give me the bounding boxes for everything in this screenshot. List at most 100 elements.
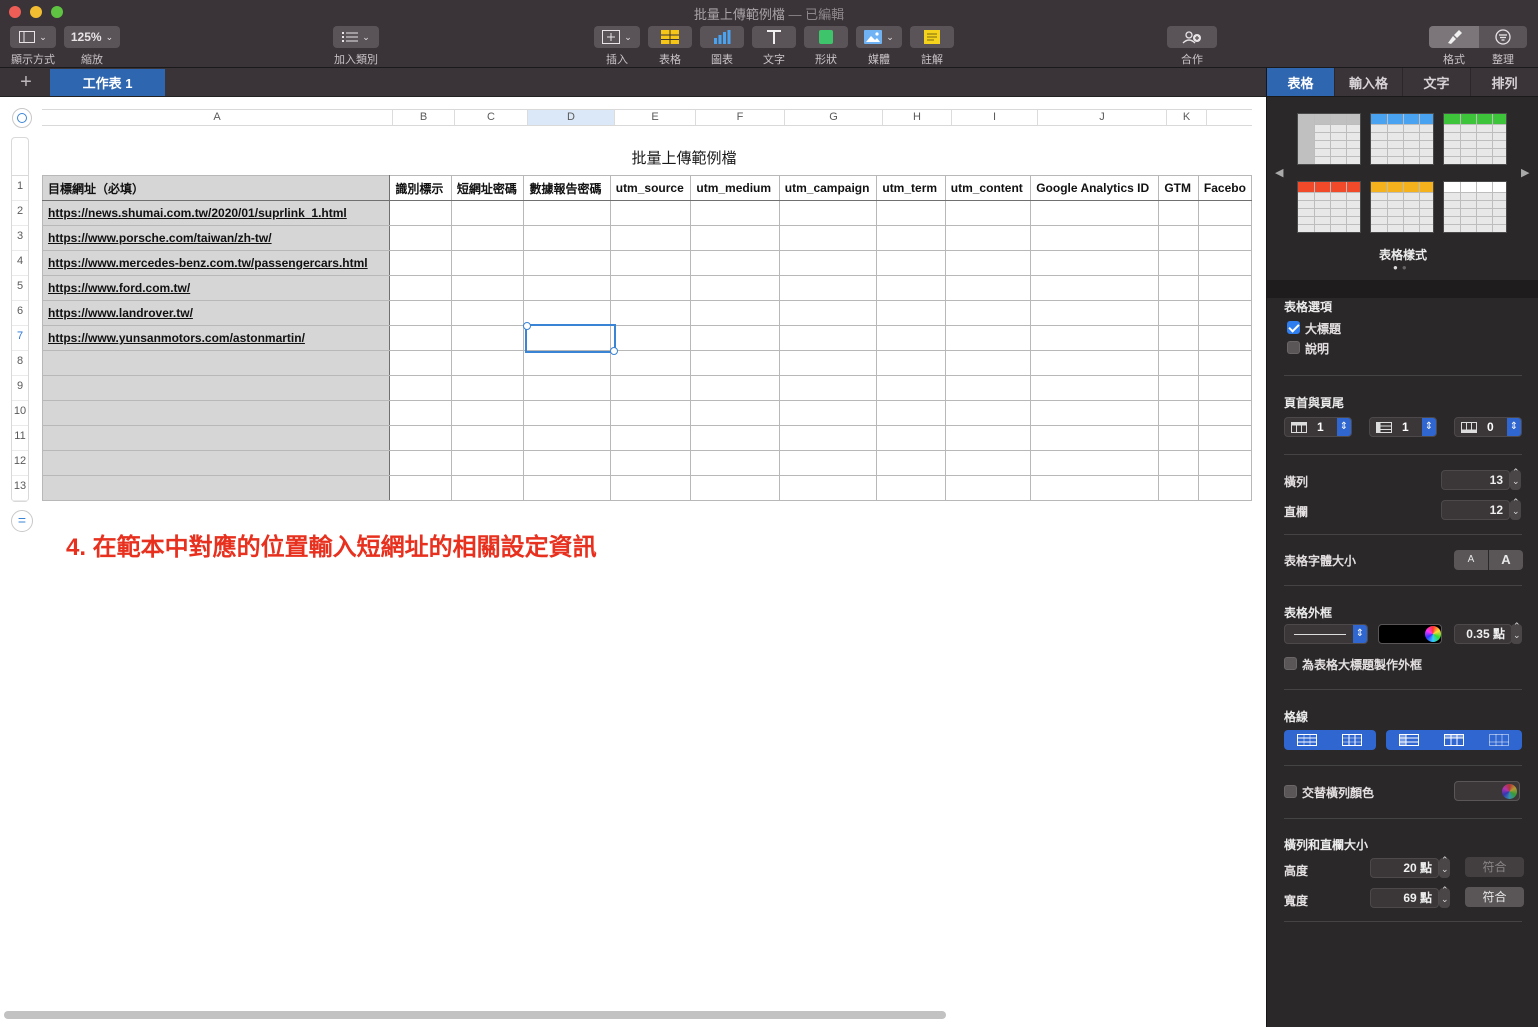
chart-button[interactable] [700, 26, 744, 48]
increase-font-button[interactable]: A [1489, 550, 1523, 570]
table-style-swatch[interactable] [1443, 181, 1507, 233]
table-cell[interactable] [389, 300, 452, 326]
table-cell[interactable] [778, 200, 878, 226]
table-cell[interactable] [690, 225, 780, 251]
table-cell[interactable] [1158, 300, 1199, 326]
table-style-swatch[interactable] [1297, 113, 1361, 165]
header-cell[interactable]: utm_source [609, 175, 692, 201]
table-cell[interactable] [778, 300, 878, 326]
table-cell[interactable] [690, 425, 780, 451]
url-cell[interactable] [41, 475, 391, 501]
table-cell[interactable] [876, 350, 946, 376]
header-rows-popup[interactable]: 1 ⇕ [1284, 417, 1352, 437]
fit-height-button[interactable]: 符合 [1465, 857, 1524, 877]
rows-stepper[interactable] [1510, 467, 1521, 490]
table-cell[interactable] [1030, 450, 1160, 476]
table-cell[interactable] [389, 225, 452, 251]
table-cell[interactable] [1030, 225, 1160, 251]
table-cell[interactable] [690, 300, 780, 326]
table-cell[interactable] [1030, 300, 1160, 326]
url-cell[interactable] [41, 425, 391, 451]
inspector-tab[interactable]: 排列 [1471, 68, 1538, 96]
url-cell[interactable]: https://news.shumai.com.tw/2020/01/suprl… [41, 200, 391, 226]
url-cell[interactable] [41, 350, 391, 376]
column-header[interactable]: G [785, 110, 883, 125]
shape-button[interactable] [804, 26, 848, 48]
column-header[interactable]: K [1167, 110, 1207, 125]
horizontal-scrollbar[interactable] [4, 1011, 946, 1019]
table-cell[interactable] [944, 200, 1032, 226]
table-cell[interactable] [389, 325, 452, 351]
table-cell[interactable] [1030, 400, 1160, 426]
url-link[interactable]: https://news.shumai.com.tw/2020/01/suprl… [48, 206, 347, 220]
columns-field[interactable]: 12 [1441, 500, 1510, 520]
table-cell[interactable] [389, 475, 452, 501]
column-width-stepper[interactable] [1439, 885, 1450, 908]
row-header[interactable]: 6 [12, 301, 28, 326]
column-header[interactable] [1207, 110, 1252, 125]
table-cell[interactable] [944, 325, 1032, 351]
table-cell[interactable] [944, 400, 1032, 426]
table-cell[interactable] [1197, 375, 1252, 401]
url-cell[interactable] [41, 400, 391, 426]
table-cell[interactable] [1158, 350, 1199, 376]
add-rows-handle[interactable]: = [11, 510, 33, 532]
table-cell[interactable] [609, 275, 692, 301]
table-cell[interactable] [389, 375, 452, 401]
table-cell[interactable] [1197, 225, 1252, 251]
next-styles-arrow-icon[interactable]: ▶ [1521, 166, 1529, 179]
table-cell[interactable] [1197, 200, 1252, 226]
footer-rows-popup[interactable]: 0 ⇕ [1454, 417, 1522, 437]
table-cell[interactable] [450, 300, 525, 326]
table-cell[interactable] [450, 450, 525, 476]
header-cell[interactable]: Google Analytics ID [1030, 175, 1160, 201]
column-header[interactable]: J [1038, 110, 1167, 125]
table-style-swatch[interactable] [1370, 181, 1434, 233]
header-cell[interactable]: 識別標示 [389, 175, 452, 201]
table-cell[interactable] [690, 400, 780, 426]
table-cell[interactable] [450, 425, 525, 451]
table-cell[interactable] [1030, 250, 1160, 276]
header-columns-popup[interactable]: 1 ⇕ [1369, 417, 1437, 437]
table-cell[interactable] [1197, 400, 1252, 426]
column-header[interactable]: C [455, 110, 528, 125]
table-cell[interactable] [609, 300, 692, 326]
table-cell[interactable] [450, 250, 525, 276]
header-column-gridlines-icon[interactable] [1444, 734, 1464, 746]
url-cell[interactable] [41, 450, 391, 476]
table-cell[interactable] [523, 400, 611, 426]
table-cell[interactable] [523, 375, 611, 401]
previous-styles-arrow-icon[interactable]: ◀ [1275, 166, 1283, 179]
row-header[interactable]: 9 [12, 376, 28, 401]
table-cell[interactable] [523, 475, 611, 501]
add-category-button[interactable]: ⌄ [333, 26, 379, 48]
table-cell[interactable] [944, 375, 1032, 401]
table-cell[interactable] [690, 450, 780, 476]
header-cell[interactable]: 數據報告密碼 [523, 175, 611, 201]
table-cell[interactable] [876, 375, 946, 401]
header-cell[interactable]: 短網址密碼 [450, 175, 525, 201]
table-cell[interactable] [1158, 375, 1199, 401]
table-cell[interactable] [876, 325, 946, 351]
gridlines-body-group[interactable] [1284, 730, 1376, 750]
line-style-popup[interactable]: ⇕ [1284, 624, 1368, 644]
url-link[interactable]: https://www.porsche.com/taiwan/zh-tw/ [48, 231, 272, 245]
header-cell[interactable]: utm_content [944, 175, 1032, 201]
color-wheel-icon[interactable] [1502, 784, 1517, 799]
table-style-swatch[interactable] [1443, 113, 1507, 165]
table-cell[interactable] [523, 350, 611, 376]
table-cell[interactable] [778, 450, 878, 476]
collaborate-button[interactable] [1167, 26, 1217, 48]
url-link[interactable]: https://www.ford.com.tw/ [48, 281, 190, 295]
table-cell[interactable] [389, 450, 452, 476]
row-header[interactable]: 2 [12, 201, 28, 226]
table-cell[interactable] [690, 250, 780, 276]
table-cell[interactable] [778, 275, 878, 301]
table-cell[interactable] [450, 325, 525, 351]
url-cell[interactable] [41, 375, 391, 401]
table-cell[interactable] [389, 350, 452, 376]
row-header[interactable]: 7 [12, 326, 28, 351]
table-cell[interactable] [1030, 275, 1160, 301]
column-header[interactable]: D [528, 110, 615, 125]
alternating-rows-checkbox[interactable] [1284, 785, 1297, 798]
